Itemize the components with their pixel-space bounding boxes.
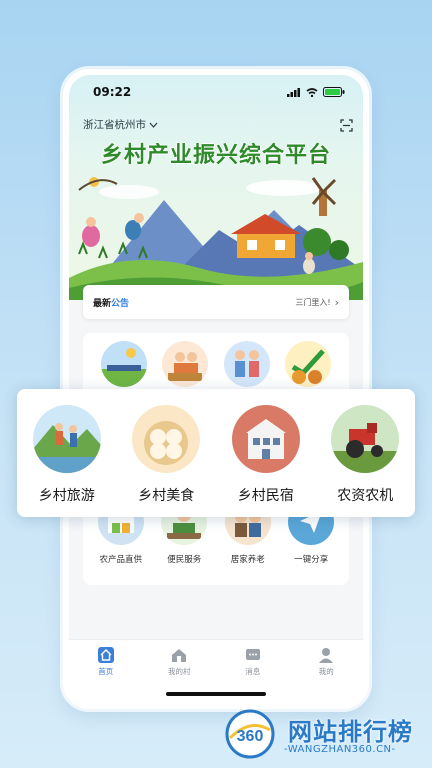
featured-services-popup: 乡村旅游 乡村美食 乡村民宿 农资农机 bbox=[17, 389, 415, 517]
popup-label: 乡村美食 bbox=[138, 488, 195, 504]
chevron-down-icon bbox=[149, 122, 158, 128]
tab-label: 我的村 bbox=[168, 667, 191, 676]
service-label: 一键分享 bbox=[294, 555, 329, 565]
profile-icon bbox=[319, 648, 334, 663]
service-label: 居家养老 bbox=[230, 555, 265, 565]
360-logo-icon: 360 bbox=[225, 709, 275, 759]
popup-item-food[interactable]: 乡村美食 bbox=[120, 405, 212, 505]
popup-item-tourism[interactable]: 乡村旅游 bbox=[21, 405, 113, 505]
tab-label: 我的 bbox=[318, 667, 334, 676]
message-icon bbox=[245, 649, 260, 660]
notice-text: 三门里入! bbox=[295, 297, 331, 307]
location-selector[interactable]: 浙江省杭州市 bbox=[83, 117, 158, 132]
battery-icon bbox=[323, 87, 345, 97]
solar-field-icon[interactable] bbox=[100, 341, 147, 387]
notice-label: 最新公告 bbox=[93, 298, 130, 309]
scan-icon bbox=[340, 119, 353, 132]
village-icon bbox=[172, 649, 187, 662]
page-title: 乡村产业振兴综合平台 bbox=[100, 143, 331, 168]
status-bar: 09:22 bbox=[69, 75, 363, 109]
tab-home[interactable]: 首页 bbox=[81, 646, 131, 703]
chevron-right-icon: › bbox=[334, 295, 339, 309]
guesthouse-icon bbox=[231, 405, 300, 473]
signal-icon bbox=[287, 87, 300, 97]
popup-label: 乡村民宿 bbox=[237, 488, 294, 504]
popup-item-homestay[interactable]: 乡村民宿 bbox=[220, 405, 312, 505]
svg-text:360: 360 bbox=[237, 728, 264, 745]
tab-bar: 首页 我的村 消息 我的 bbox=[69, 639, 363, 703]
location-text: 浙江省杭州市 bbox=[83, 119, 146, 131]
wifi-icon bbox=[306, 87, 318, 97]
status-time: 09:22 bbox=[93, 85, 132, 99]
watermark-subtitle: -WANGZHAN360.CN- bbox=[284, 744, 396, 755]
service-label: 农产品直供 bbox=[99, 555, 142, 565]
watermark-title: 网站排行榜 bbox=[288, 718, 413, 746]
market-vendor-icon[interactable] bbox=[162, 341, 209, 387]
popup-item-machinery[interactable]: 农资农机 bbox=[319, 405, 411, 505]
service-label: 便民服务 bbox=[167, 555, 202, 565]
tab-label: 消息 bbox=[245, 667, 261, 676]
scan-button[interactable] bbox=[340, 117, 353, 136]
tab-profile[interactable]: 我的 bbox=[301, 646, 351, 703]
status-icons bbox=[287, 87, 345, 97]
countryside-illustration bbox=[69, 177, 363, 300]
tab-label: 首页 bbox=[98, 667, 114, 676]
popup-label: 乡村旅游 bbox=[38, 488, 95, 504]
family-icon[interactable] bbox=[223, 341, 270, 387]
home-indicator bbox=[166, 692, 266, 696]
home-icon bbox=[97, 647, 114, 663]
dumplings-icon bbox=[132, 405, 201, 473]
hiking-icon bbox=[32, 405, 101, 473]
finance-icon[interactable] bbox=[285, 341, 332, 387]
notice-bar[interactable]: 最新公告 三门里入! › bbox=[83, 285, 349, 319]
service-row-top bbox=[83, 341, 349, 387]
popup-label: 农资农机 bbox=[337, 488, 394, 504]
tractor-icon bbox=[331, 405, 400, 473]
watermark: 360 网站排行榜 -WANGZHAN360.CN- bbox=[222, 704, 432, 768]
